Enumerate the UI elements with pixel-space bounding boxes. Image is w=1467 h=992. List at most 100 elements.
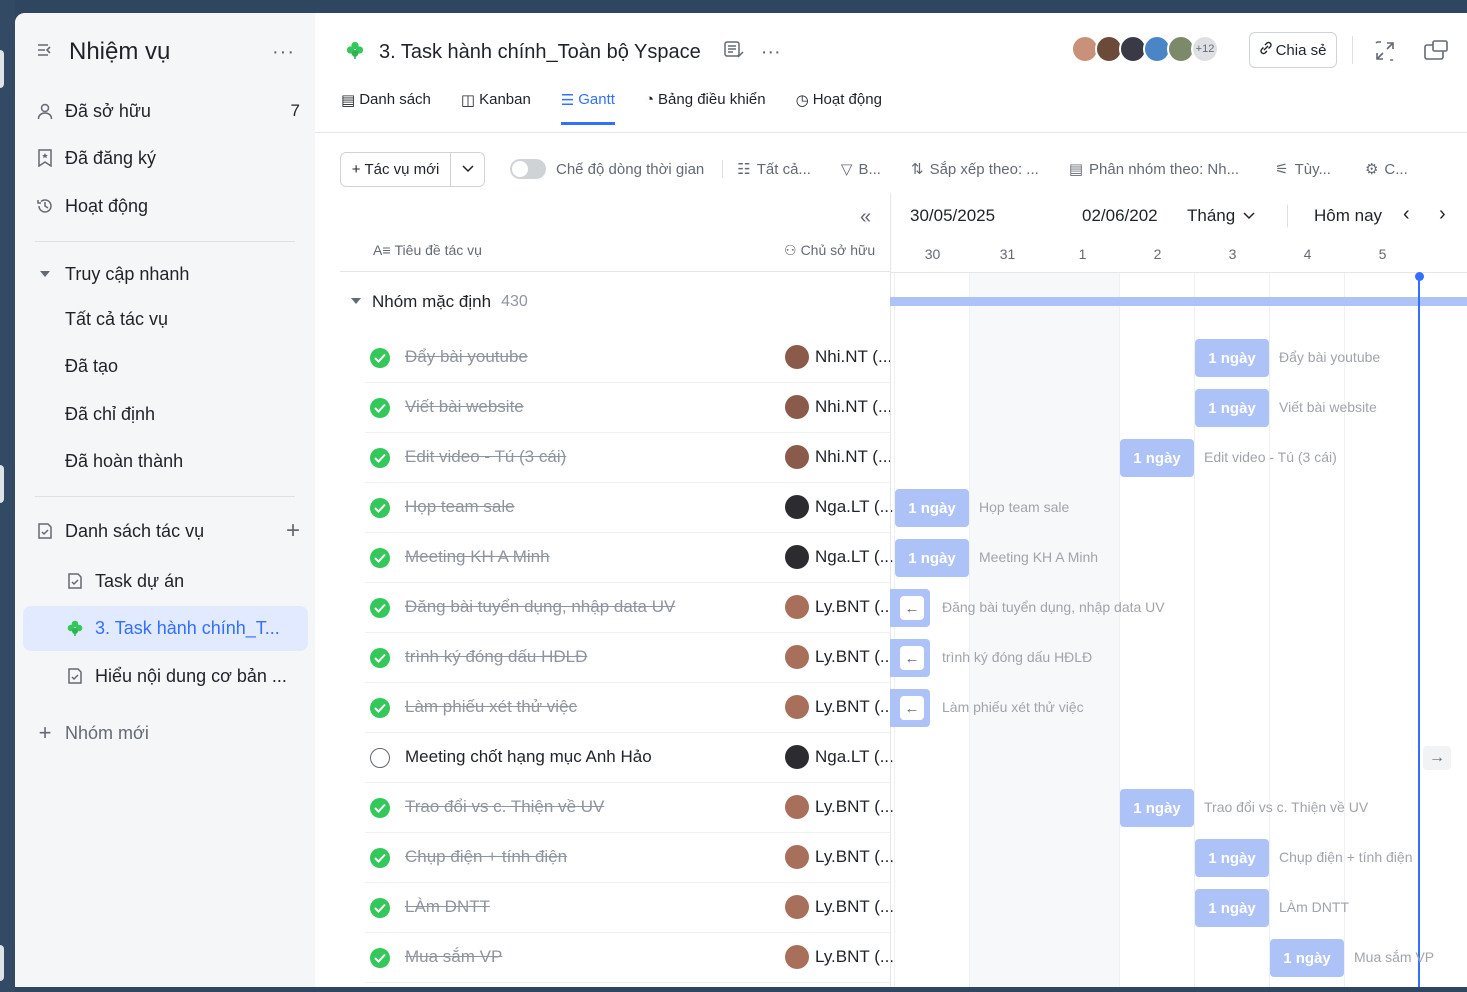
page-more-button[interactable]: ··· — [761, 41, 781, 64]
open-new-window-icon[interactable] — [1423, 39, 1449, 68]
table-row[interactable]: Meeting chốt hạng mục Anh Hảo Nga.LT (... — [365, 733, 893, 783]
table-row[interactable]: Đẩy bài youtube Nhi.NT (... — [365, 333, 893, 383]
task-owner[interactable]: Ly.BNT (... — [785, 945, 893, 969]
sort-button[interactable]: ⇅ Sắp xếp theo: ... — [911, 160, 1039, 179]
task-owner[interactable]: Nhi.NT (... — [785, 345, 893, 369]
tab-kanban[interactable]: ◫ Kanban — [461, 91, 531, 125]
gantt-bar-offscreen-left[interactable]: ← — [890, 689, 930, 727]
completed-checkbox[interactable] — [370, 698, 390, 718]
task-owner[interactable]: Ly.BNT (... — [785, 795, 893, 819]
task-title[interactable]: Meeting chốt hạng mục Anh Hảo — [405, 747, 652, 767]
new-group-button[interactable]: + Nhóm mới — [35, 715, 300, 751]
chevron-down-icon[interactable] — [450, 152, 484, 186]
task-title[interactable]: trình ký đóng dấu HĐLĐ — [405, 647, 587, 667]
quick-access-toggle[interactable]: Truy cập nhanh — [35, 256, 300, 292]
customize-button[interactable]: ⚟ Tùy... — [1275, 160, 1331, 179]
gantt-bar-offscreen-left[interactable]: ← — [890, 639, 930, 677]
gantt-bar[interactable]: 1 ngày — [1120, 789, 1194, 827]
completed-checkbox[interactable] — [370, 548, 390, 568]
share-button[interactable]: Chia sẻ — [1249, 32, 1337, 68]
task-owner[interactable]: Ly.BNT (... — [785, 595, 893, 619]
completed-checkbox[interactable] — [370, 348, 390, 368]
table-row[interactable]: Viết bài website Nhi.NT (... — [365, 383, 893, 433]
task-list-item-project[interactable]: Task dự án — [65, 563, 295, 599]
arrow-right-icon[interactable]: → — [1423, 746, 1451, 770]
completed-checkbox[interactable] — [370, 398, 390, 418]
prev-period-icon[interactable]: ‹ — [1403, 203, 1410, 226]
tab-gantt[interactable]: ☰ Gantt — [560, 91, 615, 125]
table-row[interactable]: Đăng bài tuyển dụng, nhập data UV Ly.BNT … — [365, 583, 893, 633]
timeline-mode-toggle[interactable] — [510, 159, 546, 179]
completed-checkbox[interactable] — [370, 448, 390, 468]
task-owner[interactable]: Nga.LT (... — [785, 745, 893, 769]
add-task-list-button[interactable]: + — [286, 517, 300, 545]
task-title[interactable]: Chụp điện + tính điện — [405, 847, 567, 867]
nav-item-owned[interactable]: Đã sở hữu 7 — [35, 93, 300, 129]
collapse-sidebar-icon[interactable] — [35, 40, 55, 65]
table-row[interactable]: Làm phiếu xét thử việc Ly.BNT (... — [365, 683, 893, 733]
group-by-button[interactable]: ▤ Phân nhóm theo: Nh... — [1069, 160, 1239, 179]
sidebar-more-button[interactable]: ··· — [272, 41, 295, 64]
gantt-bar[interactable]: 1 ngày — [1195, 839, 1269, 877]
gantt-bar[interactable]: 1 ngày — [895, 489, 969, 527]
exit-fullscreen-icon[interactable] — [1373, 39, 1397, 68]
next-period-icon[interactable]: › — [1439, 203, 1446, 226]
task-owner[interactable]: Nga.LT (... — [785, 495, 893, 519]
edit-description-icon[interactable] — [723, 40, 745, 65]
completed-checkbox[interactable] — [370, 648, 390, 668]
member-avatars[interactable]: +12 — [1071, 35, 1219, 63]
group-header[interactable]: Nhóm mặc định 430 — [350, 292, 528, 312]
task-owner[interactable]: Ly.BNT (... — [785, 845, 893, 869]
task-title[interactable]: Họp team sale — [405, 497, 515, 517]
table-row[interactable]: Edit video - Tú (3 cái) Nhi.NT (... — [365, 433, 893, 483]
column-owner[interactable]: ⚇ Chủ sở hữu — [784, 242, 875, 259]
gantt-bar-offscreen-left[interactable]: ← — [890, 589, 930, 627]
nav-item-subscribed[interactable]: Đã đăng ký — [35, 140, 300, 176]
time-scale-select[interactable]: Tháng — [1187, 206, 1255, 226]
gantt-bar[interactable]: 1 ngày — [1270, 939, 1344, 977]
task-list-item-basics[interactable]: Hiểu nội dung cơ bản ... — [65, 658, 295, 694]
task-title[interactable]: Làm phiếu xét thử việc — [405, 697, 577, 717]
task-checkbox[interactable] — [370, 748, 390, 768]
gantt-bar[interactable]: 1 ngày — [1195, 389, 1269, 427]
collapse-list-icon[interactable]: « — [860, 206, 871, 229]
completed-checkbox[interactable] — [370, 598, 390, 618]
task-owner[interactable]: Ly.BNT (... — [785, 645, 893, 669]
task-title[interactable]: Đẩy bài youtube — [405, 347, 528, 367]
completed-checkbox[interactable] — [370, 948, 390, 968]
table-row[interactable]: Chụp điện + tính điện Ly.BNT (... — [365, 833, 893, 883]
gantt-bar[interactable]: 1 ngày — [1195, 889, 1269, 927]
task-list-item-admin[interactable]: 3. Task hành chính_T... — [65, 610, 295, 646]
nav-item-activity[interactable]: Hoạt động — [35, 188, 300, 224]
table-row[interactable]: LÀm DNTT Ly.BNT (... — [365, 883, 893, 933]
table-row[interactable]: Họp team sale Nga.LT (... — [365, 483, 893, 533]
tab-activity[interactable]: ◷ Hoạt động — [796, 91, 882, 125]
today-button[interactable]: Hôm nay — [1314, 206, 1382, 226]
task-lists-header[interactable]: Danh sách tác vụ + — [35, 513, 300, 549]
gantt-bar[interactable]: 1 ngày — [1120, 439, 1194, 477]
gantt-bar[interactable]: 1 ngày — [1195, 339, 1269, 377]
table-row[interactable]: Mua sắm VP Ly.BNT (... — [365, 933, 893, 983]
task-owner[interactable]: Nhi.NT (... — [785, 445, 893, 469]
task-title[interactable]: Trao đổi vs c. Thiện về UV — [405, 797, 604, 817]
quick-access-completed[interactable]: Đã hoàn thành — [65, 451, 183, 472]
column-title[interactable]: A≡ Tiêu đề tác vụ — [373, 242, 482, 258]
task-title[interactable]: LÀm DNTT — [405, 897, 490, 917]
task-title[interactable]: Mua sắm VP — [405, 947, 502, 967]
settings-button[interactable]: ⚙ C... — [1365, 160, 1408, 179]
new-task-button[interactable]: + Tác vụ mới — [340, 151, 485, 187]
task-title[interactable]: Edit video - Tú (3 cái) — [405, 447, 566, 467]
quick-access-all[interactable]: Tất cả tác vụ — [65, 309, 168, 330]
table-row[interactable]: Meeting KH A Minh Nga.LT (... — [365, 533, 893, 583]
quick-access-assigned[interactable]: Đã chỉ định — [65, 404, 155, 425]
quick-access-created[interactable]: Đã tạo — [65, 356, 118, 377]
task-title[interactable]: Meeting KH A Minh — [405, 547, 550, 567]
all-tasks-filter[interactable]: ☷ Tất cả... — [737, 160, 811, 179]
task-owner[interactable]: Nhi.NT (... — [785, 395, 893, 419]
task-title[interactable]: Viết bài website — [405, 397, 524, 417]
filter-button[interactable]: ▽ B... — [841, 160, 881, 179]
completed-checkbox[interactable] — [370, 498, 390, 518]
completed-checkbox[interactable] — [370, 798, 390, 818]
task-owner[interactable]: Ly.BNT (... — [785, 895, 893, 919]
completed-checkbox[interactable] — [370, 898, 390, 918]
